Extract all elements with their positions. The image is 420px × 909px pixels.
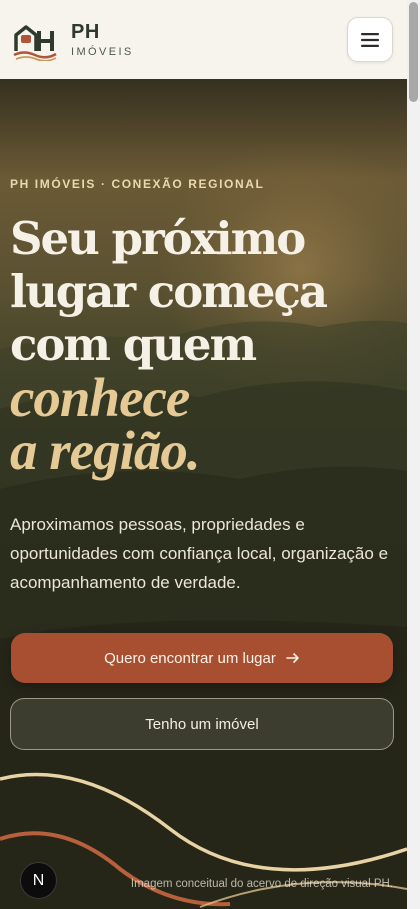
headline-accent: a região. <box>10 420 201 481</box>
hero-eyebrow: PH IMÓVEIS · CONEXÃO REGIONAL <box>10 177 265 191</box>
scrollbar-thumb[interactable] <box>409 2 418 102</box>
framework-badge[interactable]: N <box>20 862 57 899</box>
brand[interactable]: PH IMÓVEIS <box>71 22 134 58</box>
site-header: PH IMÓVEIS <box>0 0 407 79</box>
scrollbar-track[interactable] <box>407 0 420 909</box>
have-property-label: Tenho um imóvel <box>145 715 259 733</box>
hero-headline: Seu próximo lugar começa com quem conhec… <box>10 212 400 481</box>
hero-section: PH IMÓVEIS · CONEXÃO REGIONAL Seu próxim… <box>0 79 407 909</box>
hamburger-menu-icon <box>361 32 379 47</box>
brand-subtitle: IMÓVEIS <box>71 46 134 58</box>
menu-button[interactable] <box>347 17 393 62</box>
hero-lead-text: Aproximamos pessoas, propriedades e opor… <box>10 515 389 592</box>
brand-name: PH <box>71 21 100 43</box>
headline-line: lugar começa <box>10 265 328 318</box>
find-place-button[interactable]: Quero encontrar um lugar <box>11 633 393 683</box>
headline-line: com quem <box>10 318 257 371</box>
headline-accent: conhece <box>10 367 190 428</box>
headline-line: Seu próximo <box>10 212 306 265</box>
find-place-label: Quero encontrar um lugar <box>104 649 276 667</box>
ph-house-logo-icon[interactable] <box>12 21 58 61</box>
image-caption: Imagem conceitual do acervo de direção v… <box>130 878 393 890</box>
badge-label: N <box>32 871 45 889</box>
arrow-right-icon <box>286 653 299 663</box>
